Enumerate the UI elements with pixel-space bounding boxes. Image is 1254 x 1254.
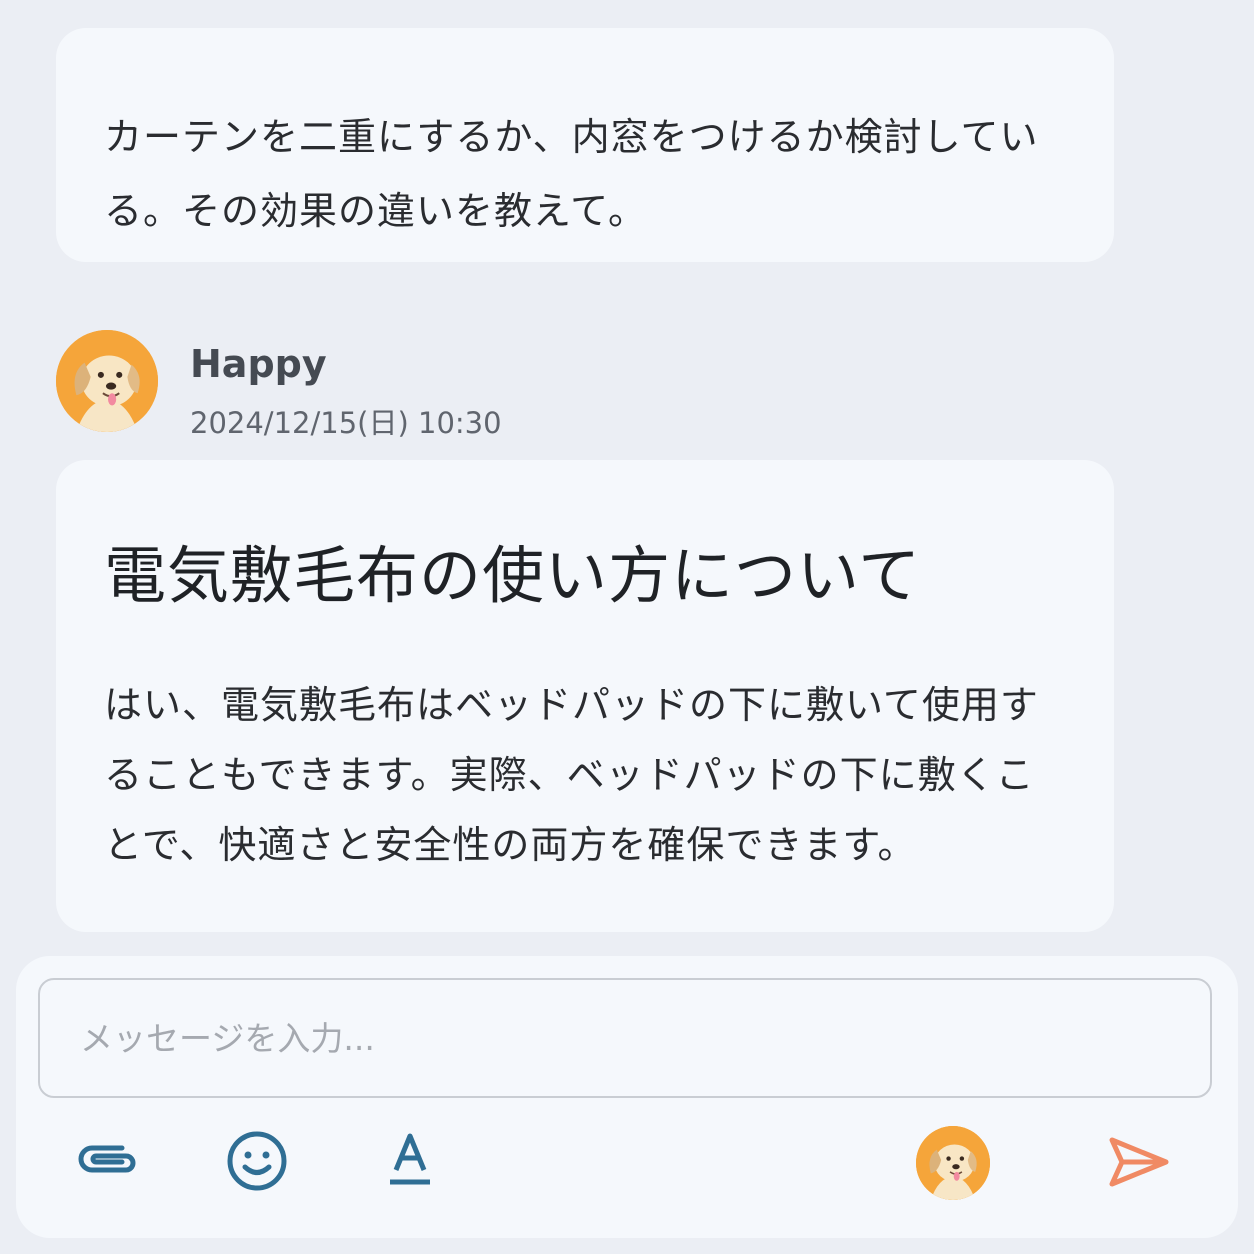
message-input[interactable]	[38, 978, 1212, 1098]
dog-avatar-icon	[56, 330, 158, 432]
assistant-name: Happy	[190, 342, 327, 386]
assistant-avatar[interactable]	[56, 330, 158, 432]
text-format-icon	[390, 1133, 430, 1185]
smiley-icon	[227, 1131, 287, 1191]
persona-avatar-button[interactable]	[916, 1126, 990, 1200]
attach-button[interactable]	[72, 1134, 144, 1184]
message-composer	[16, 956, 1238, 1238]
user-message-text: カーテンを二重にするか、内窓をつけるか検討している。その効果の違いを教えて。	[104, 115, 1039, 233]
dog-avatar-icon	[916, 1126, 990, 1200]
send-icon	[1109, 1137, 1169, 1187]
text-format-button[interactable]	[386, 1130, 434, 1190]
user-message-bubble: カーテンを二重にするか、内窓をつけるか検討している。その効果の違いを教えて。	[56, 28, 1114, 262]
assistant-message-body: はい、電気敷毛布はベッドパッドの下に敷いて使用することもできます。実際、ベッドパ…	[104, 683, 1039, 867]
paperclip-icon	[78, 1145, 136, 1173]
assistant-message-bubble: 電気敷毛布の使い方について はい、電気敷毛布はベッドパッドの下に敷いて使用するこ…	[56, 460, 1114, 932]
message-timestamp: 2024/12/15(日) 10:30	[190, 406, 502, 440]
send-button[interactable]	[1106, 1134, 1172, 1190]
emoji-button[interactable]	[226, 1130, 288, 1192]
assistant-message-title: 電気敷毛布の使い方について	[104, 539, 922, 612]
